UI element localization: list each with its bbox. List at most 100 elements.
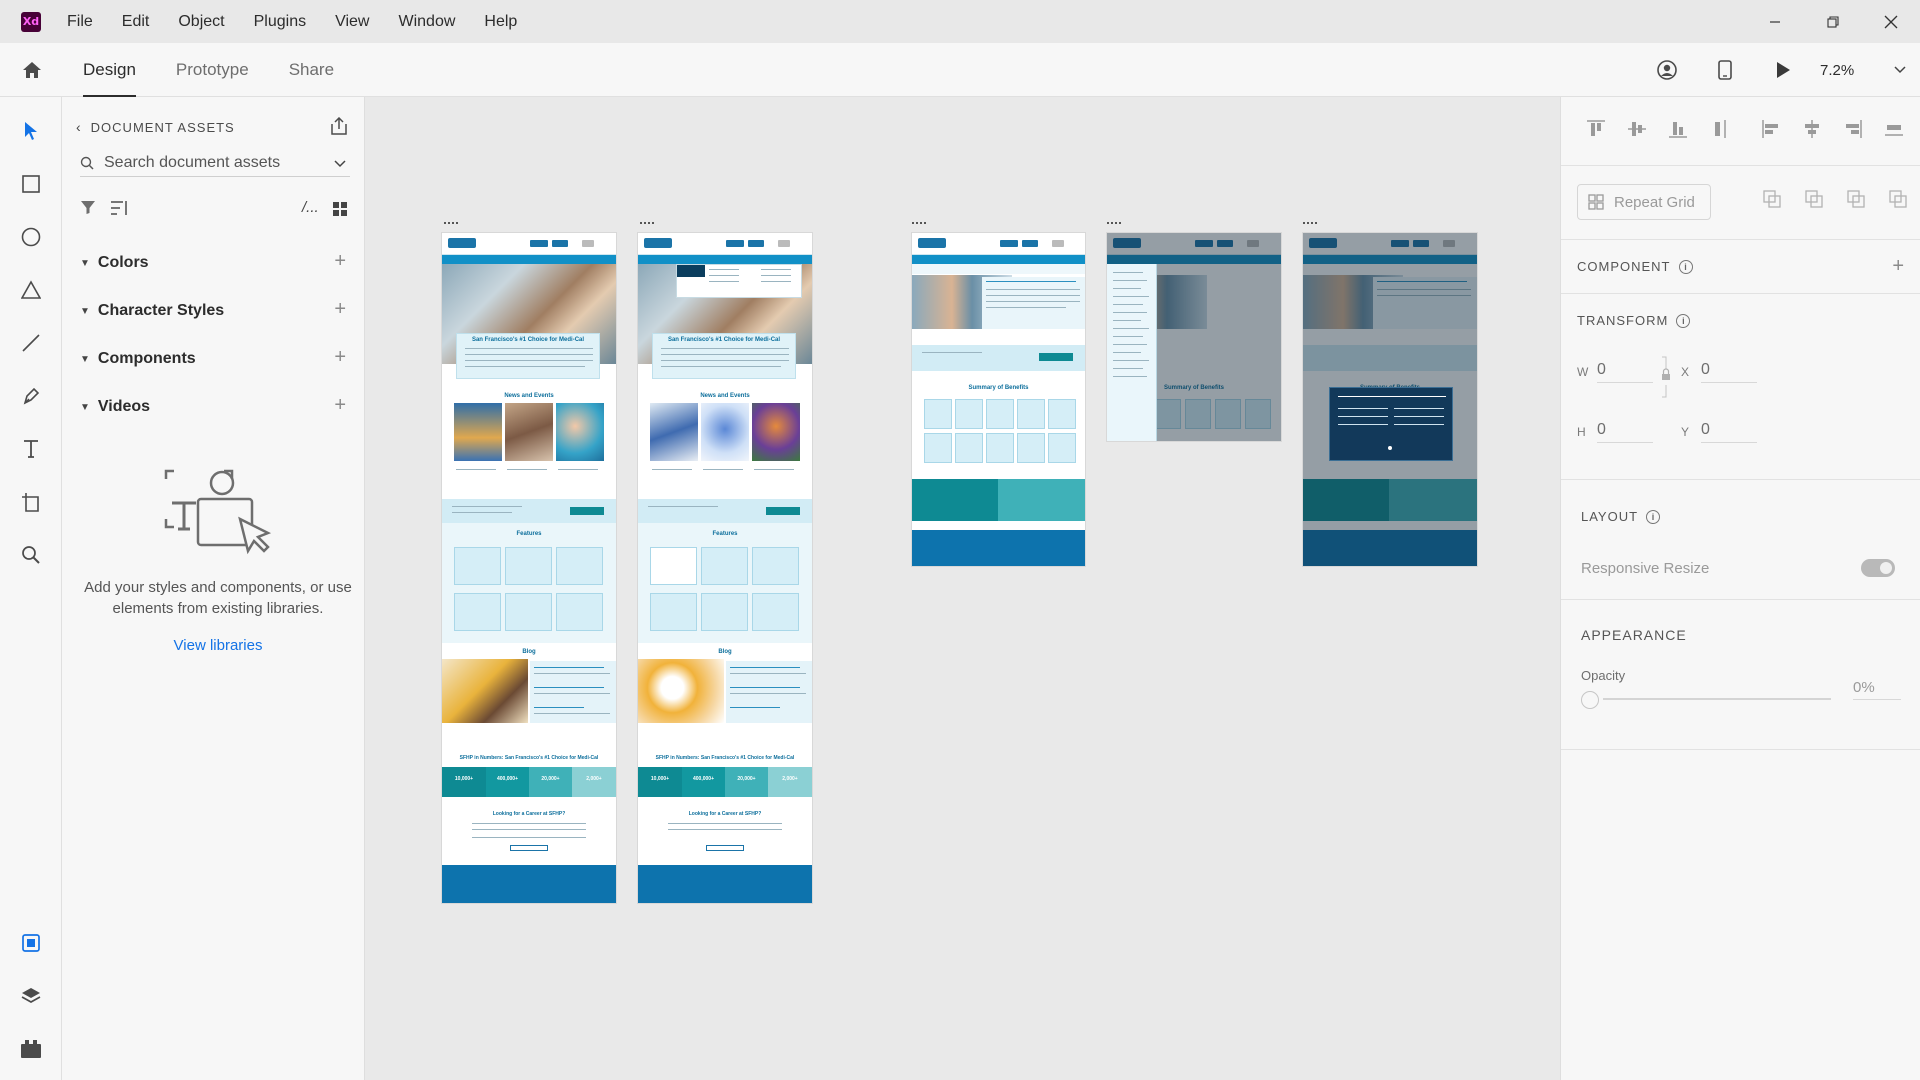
align-right-button[interactable] <box>1833 119 1874 143</box>
align-top-button[interactable] <box>1575 119 1616 143</box>
menu-help[interactable]: Help <box>484 13 517 31</box>
artboard-home-menu-open[interactable]: San Francisco's #1 Choice for Medi-Cal N… <box>638 233 812 903</box>
distribute-vertical-icon <box>1715 120 1727 138</box>
window-controls <box>1746 0 1920 43</box>
repeat-grid-button[interactable]: Repeat Grid <box>1577 184 1711 220</box>
align-top-icon <box>1586 120 1605 136</box>
minimize-button[interactable] <box>1746 0 1804 43</box>
artboard-tool[interactable] <box>0 475 62 528</box>
select-tool[interactable] <box>0 104 62 157</box>
opacity-slider-track[interactable] <box>1603 698 1831 700</box>
zoom-tool[interactable] <box>0 528 62 581</box>
info-icon[interactable]: i <box>1646 509 1661 524</box>
artboard-label[interactable] <box>640 222 654 226</box>
polygon-tool[interactable] <box>0 263 62 316</box>
lock-aspect-button[interactable] <box>1661 355 1671 402</box>
pen-tool[interactable] <box>0 369 62 422</box>
back-chevron-icon[interactable]: ‹ <box>76 119 81 135</box>
artboard-label[interactable] <box>1107 222 1121 226</box>
menu-plugins[interactable]: Plugins <box>254 13 306 31</box>
info-icon[interactable]: i <box>1676 313 1691 328</box>
align-center-button[interactable] <box>1791 119 1832 143</box>
ellipse-tool[interactable] <box>0 210 62 263</box>
artboard-label[interactable] <box>912 222 926 226</box>
line-tool[interactable] <box>0 316 62 369</box>
zoom-level[interactable]: 7.2% <box>1820 62 1880 79</box>
artboard-home[interactable]: San Francisco's #1 Choice for Medi-Cal N… <box>442 233 616 903</box>
text-icon <box>24 439 38 458</box>
info-icon[interactable]: i <box>1678 259 1693 274</box>
ellipse-icon <box>21 227 41 246</box>
assets-title: DOCUMENT ASSETS <box>90 119 235 135</box>
mobile-device-icon <box>1718 60 1732 80</box>
artboard-benefits[interactable]: Summary of Benefits <box>912 233 1085 566</box>
y-field[interactable]: Y0 <box>1681 421 1757 443</box>
menu-file[interactable]: File <box>67 13 93 31</box>
grid-view-toggle[interactable] <box>332 201 348 220</box>
list-view-toggle[interactable]: /... <box>302 199 319 216</box>
distribute-horizontal-button[interactable] <box>1874 119 1915 143</box>
assets-search <box>80 149 350 177</box>
align-bottom-button[interactable] <box>1658 119 1699 143</box>
assets-panel-button[interactable] <box>0 916 62 969</box>
close-window-button[interactable] <box>1862 0 1920 43</box>
export-assets-button[interactable] <box>330 116 348 138</box>
section-videos[interactable]: ▼ Videos + <box>80 394 352 419</box>
menu-window[interactable]: Window <box>398 13 455 31</box>
boolean-subtract-button[interactable] <box>1793 189 1835 209</box>
mega-menu <box>676 264 802 298</box>
design-canvas[interactable]: San Francisco's #1 Choice for Medi-Cal N… <box>366 97 1560 1080</box>
menu-object[interactable]: Object <box>178 13 224 31</box>
tab-prototype[interactable]: Prototype <box>176 43 249 97</box>
boolean-exclude-button[interactable] <box>1877 189 1919 209</box>
preview-play-button[interactable] <box>1754 61 1812 79</box>
assets-header: ‹ DOCUMENT ASSETS <box>76 116 356 138</box>
menu-edit[interactable]: Edit <box>122 13 150 31</box>
zoom-dropdown[interactable] <box>1880 66 1920 74</box>
search-scope-dropdown[interactable] <box>334 155 346 171</box>
artboard-label[interactable] <box>444 222 458 226</box>
add-character-style-button[interactable]: + <box>334 298 346 321</box>
view-libraries-link[interactable]: View libraries <box>82 637 354 654</box>
responsive-resize-toggle[interactable] <box>1861 559 1895 577</box>
component-label: COMPONENT i <box>1577 259 1693 274</box>
layers-panel-button[interactable] <box>0 969 62 1022</box>
boolean-add-button[interactable] <box>1751 189 1793 209</box>
restore-button[interactable] <box>1804 0 1862 43</box>
search-assets-input[interactable] <box>104 153 314 172</box>
tab-design[interactable]: Design <box>83 43 136 97</box>
sort-button[interactable] <box>110 199 130 220</box>
add-video-button[interactable]: + <box>334 394 346 417</box>
opacity-value[interactable]: 0% <box>1853 679 1901 700</box>
section-character-styles[interactable]: ▼ Character Styles + <box>80 298 352 323</box>
artboard-benefits-modal[interactable]: Summary of Benefits <box>1303 233 1477 566</box>
height-field[interactable]: H0 <box>1577 421 1653 443</box>
align-left-button[interactable] <box>1750 119 1791 143</box>
plugins-panel-button[interactable] <box>0 1022 62 1075</box>
tab-share[interactable]: Share <box>289 43 334 97</box>
x-field[interactable]: X0 <box>1681 361 1757 383</box>
account-button[interactable] <box>1638 59 1696 81</box>
menu-view[interactable]: View <box>335 13 369 31</box>
text-tool[interactable] <box>0 422 62 475</box>
device-preview-button[interactable] <box>1696 60 1754 80</box>
boolean-intersect-button[interactable] <box>1835 189 1877 209</box>
artboard-label[interactable] <box>1303 222 1317 226</box>
section-colors[interactable]: ▼ Colors + <box>80 250 352 275</box>
add-component-button[interactable]: + <box>334 346 346 369</box>
rectangle-tool[interactable] <box>0 157 62 210</box>
align-middle-button[interactable] <box>1616 119 1657 143</box>
home-button[interactable] <box>0 43 63 97</box>
width-field[interactable]: W0 <box>1577 361 1653 383</box>
boolean-intersect-icon <box>1847 190 1865 208</box>
create-component-button[interactable]: + <box>1892 255 1904 278</box>
add-color-button[interactable]: + <box>334 250 346 273</box>
artboard-benefits-menu[interactable]: Summary of Benefits <box>1107 233 1281 441</box>
assets-filter-row: /... <box>80 199 352 221</box>
empty-assets-illustration-icon <box>162 467 272 560</box>
filter-button[interactable] <box>80 199 96 218</box>
opacity-slider-handle[interactable] <box>1581 691 1599 709</box>
section-components[interactable]: ▼ Components + <box>80 346 352 371</box>
opacity-label: Opacity <box>1581 668 1626 683</box>
distribute-vertical-button[interactable] <box>1699 119 1740 143</box>
